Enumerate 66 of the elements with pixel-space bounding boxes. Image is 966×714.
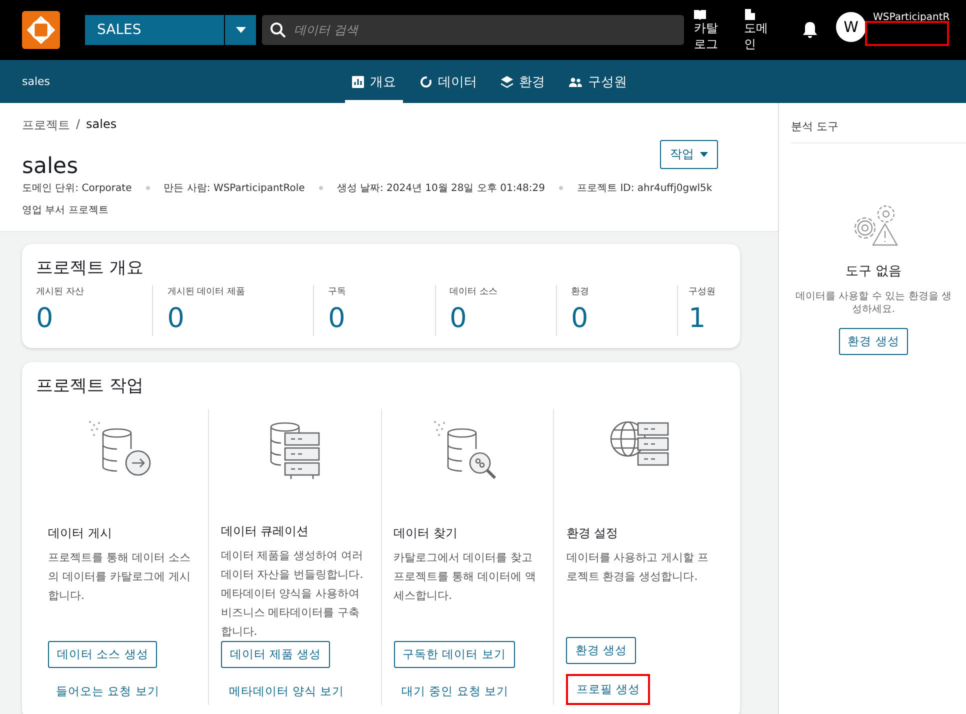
panel-title: 분석 도구 <box>791 119 966 144</box>
card-title: 프로젝트 개요 <box>36 257 144 279</box>
task-title: 데이터 찾기 <box>394 525 458 542</box>
stat-label: 데이터 소스 <box>450 286 498 298</box>
dropdown-button[interactable] <box>224 15 256 45</box>
user-avatar[interactable]: W <box>836 12 866 42</box>
stat-label: 환경 <box>571 286 590 298</box>
empty-title: 도구 없음 <box>845 263 902 280</box>
project-description: 영업 부서 프로젝트 <box>22 204 110 217</box>
tab[interactable]: 데이터 <box>413 60 484 103</box>
header-link[interactable]: 도메인 <box>744 8 778 52</box>
stat-label: 게시된 자산 <box>36 286 85 298</box>
card-title: 프로젝트 작업 <box>36 375 144 397</box>
search-icon <box>270 22 286 38</box>
stat-value: 1 <box>688 304 707 334</box>
user-name[interactable]: WSParticipantR <box>873 12 950 23</box>
stat-value: 0 <box>167 304 186 334</box>
task-button[interactable]: 환경 생성 <box>566 637 636 664</box>
meta-text: 생성 날짜: 2024년 10월 28일 오후 01:48:29 <box>336 182 546 195</box>
project-name: sales <box>22 75 50 88</box>
people-icon <box>569 76 582 86</box>
meta-text: 프로젝트 ID: ahr4uffj0gwl5k <box>577 182 712 195</box>
task-link[interactable]: 메타데이터 양식 보기 <box>220 678 352 705</box>
breadcrumb-current: sales <box>86 117 117 133</box>
stat-value: 0 <box>328 304 346 334</box>
stat-label: 게시된 데이터 제품 <box>167 286 246 298</box>
task-description: 프로젝트를 통해 데이터 소스의 데이터를 카탈로그에 게시합니다. <box>48 550 192 604</box>
building-icon <box>744 8 755 20</box>
breadcrumb-separator: / <box>76 117 80 133</box>
task-button[interactable]: 데이터 소스 생성 <box>48 641 158 668</box>
stat-value: 0 <box>571 304 590 334</box>
empty-message: 데이터를 사용할 수 있는 환경을 생성하세요. <box>794 290 952 316</box>
stat-label: 구독 <box>328 286 348 298</box>
chart-icon <box>352 76 364 88</box>
project-selector[interactable]: SALES <box>85 15 224 45</box>
caret-icon <box>236 27 246 33</box>
layers-icon <box>501 76 513 88</box>
task-button[interactable]: 구독한 데이터 보기 <box>394 641 515 668</box>
task-link[interactable]: 대기 중인 요청 보기 <box>394 678 516 705</box>
circle-icon <box>420 76 432 88</box>
task-description: 카탈로그에서 데이터를 찾고 프로젝트를 통해 데이터에 액세스합니다. <box>394 550 537 604</box>
actions-button[interactable]: 작업 <box>660 140 718 169</box>
task-title: 환경 설정 <box>566 525 620 542</box>
stat-value: 0 <box>450 304 468 334</box>
task-link[interactable]: 프로필 생성 <box>566 674 650 705</box>
meta-text: 도메인 단위: Corporate <box>22 182 132 195</box>
task-button[interactable]: 데이터 제품 생성 <box>220 641 330 668</box>
tab[interactable]: 환경 <box>494 60 552 103</box>
task-description: 데이터를 사용하고 게시할 프로젝트 환경을 생성합니다. <box>566 550 710 585</box>
task-title: 데이터 게시 <box>48 525 113 542</box>
breadcrumb-link[interactable]: 프로젝트 <box>22 117 70 134</box>
create-environment-button[interactable]: 환경 생성 <box>838 328 908 355</box>
stat-label: 구성원 <box>688 286 716 298</box>
stat-value: 0 <box>36 304 54 334</box>
caret-icon <box>700 152 708 157</box>
task-link[interactable]: 들어오는 요청 보기 <box>48 678 168 705</box>
tab[interactable]: 구성원 <box>562 60 634 103</box>
notification-icon[interactable] <box>802 21 818 39</box>
search-field[interactable]: 데이터 검색 <box>262 15 684 45</box>
meta-text: 만든 사람: WSParticipantRole <box>164 182 305 195</box>
task-description: 데이터 제품을 생성하여 여러 데이터 자산을 번들링합니다. 메타데이터 양식을 사용하여 비즈니스 메타데이터를 구축합니다. <box>220 548 364 640</box>
project-title: sales <box>22 154 78 179</box>
task-title: 데이터 큐레이션 <box>220 523 310 540</box>
header-link[interactable]: 카탈로그 <box>694 8 728 52</box>
book-icon <box>694 8 706 20</box>
logo-icon[interactable] <box>22 11 60 49</box>
